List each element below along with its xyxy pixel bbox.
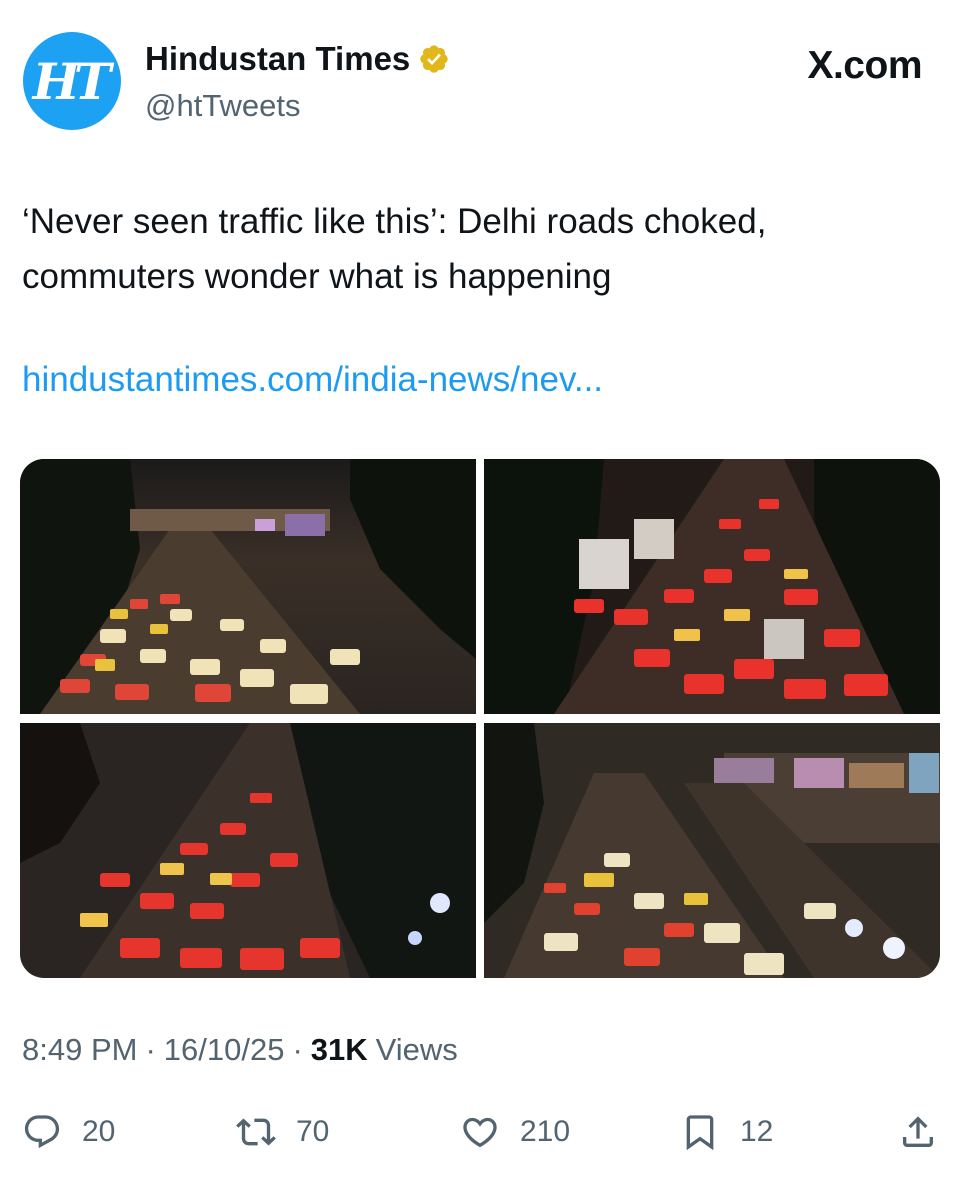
platform-label: X.com	[807, 44, 922, 87]
author-block: Hindustan Times @htTweets	[145, 40, 450, 124]
like-button[interactable]: 210	[460, 1104, 570, 1160]
share-icon	[903, 1116, 933, 1147]
share-button[interactable]	[898, 1104, 938, 1160]
media-grid	[20, 459, 940, 978]
bookmark-icon	[686, 1115, 714, 1151]
ht-logo: HT	[32, 51, 111, 111]
views-count: 31K	[310, 1032, 368, 1067]
meta-separator: ·	[292, 1032, 303, 1067]
tweet-meta: 8:49 PM · 16/10/25 · 31K Views	[22, 1032, 458, 1068]
photo-2[interactable]	[484, 459, 940, 714]
reply-icon	[24, 1115, 60, 1149]
repost-count: 70	[296, 1115, 330, 1148]
display-name[interactable]: Hindustan Times	[145, 40, 410, 78]
views-label: Views	[375, 1032, 458, 1067]
bookmark-count: 12	[740, 1115, 774, 1148]
verified-badge-icon	[418, 43, 450, 75]
bookmark-button[interactable]: 12	[680, 1104, 773, 1160]
article-link[interactable]: hindustantimes.com/india-news/nev...	[22, 360, 603, 400]
repost-button[interactable]: 70	[236, 1104, 329, 1160]
heart-icon	[463, 1117, 497, 1148]
meta-separator: ·	[145, 1032, 156, 1067]
action-bar: 20 70 210 12	[0, 1104, 960, 1160]
reply-count: 20	[82, 1115, 116, 1148]
tweet-date[interactable]: 16/10/25	[164, 1032, 285, 1068]
photo-4[interactable]	[484, 723, 940, 978]
photo-3[interactable]	[20, 723, 476, 978]
handle[interactable]: @htTweets	[145, 88, 450, 124]
reply-button[interactable]: 20	[22, 1104, 115, 1160]
repost-icon	[236, 1118, 276, 1146]
like-count: 210	[520, 1115, 571, 1148]
tweet-text: ‘Never seen traffic like this’: Delhi ro…	[22, 202, 767, 296]
avatar[interactable]: HT	[23, 32, 121, 130]
photo-1[interactable]	[20, 459, 476, 714]
tweet-time[interactable]: 8:49 PM	[22, 1032, 137, 1068]
